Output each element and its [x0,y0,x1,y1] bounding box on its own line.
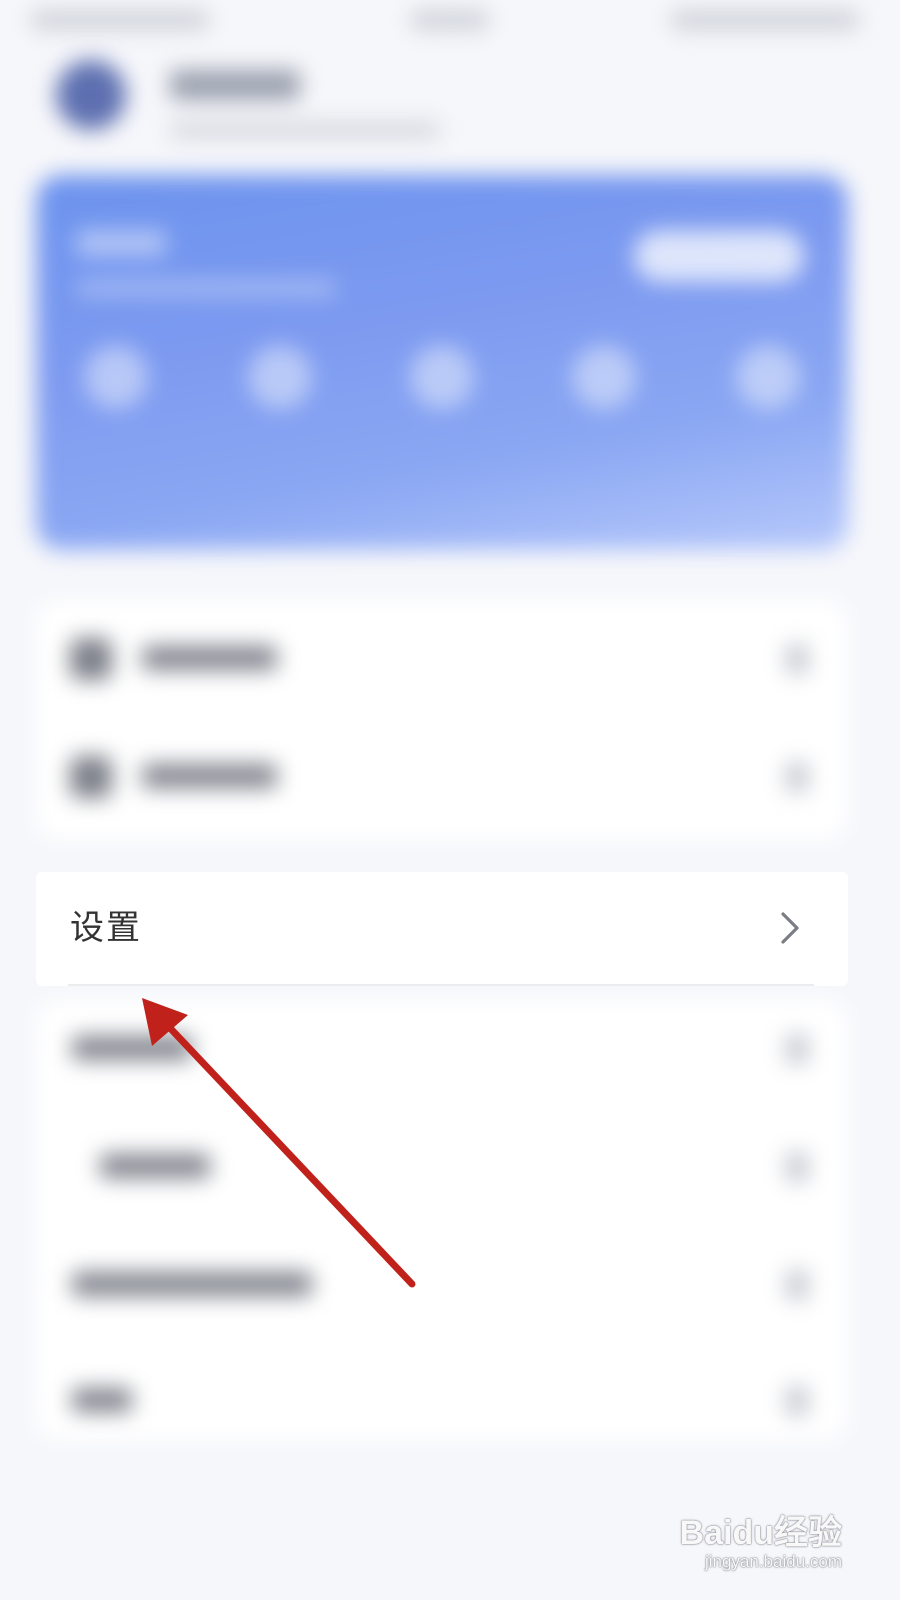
profile-subtitle [170,122,440,138]
list-item[interactable] [36,1220,848,1330]
status-center [410,10,490,30]
list-item-label [142,646,277,670]
profile-name [170,70,300,100]
list-item[interactable] [36,1330,848,1440]
banner-feature-icon[interactable] [248,345,312,409]
chevron-right-icon [786,1386,808,1416]
banner-feature-icon[interactable] [736,345,800,409]
banner-feature-icon[interactable] [572,345,636,409]
profile-header[interactable] [40,40,540,140]
list-item[interactable] [36,1000,848,1110]
list-item[interactable] [36,1110,848,1220]
watermark-logo: Baidu经验 [679,1514,842,1552]
list-item-icon [70,638,112,680]
list-item[interactable] [36,600,848,720]
chevron-right-icon [786,1034,808,1064]
menu-group-bottom [36,1000,848,1440]
list-item-label [72,1272,312,1296]
chevron-right-icon [786,1152,808,1182]
status-icons [670,10,860,30]
list-item-label [142,764,277,788]
settings-label: 设置 [70,908,142,948]
banner-title [76,230,166,256]
banner-action-button[interactable] [634,230,804,282]
list-item-label [72,1388,132,1412]
watermark: Baidu经验 jingyan.baidu.com [672,1514,842,1572]
membership-banner[interactable] [36,175,848,550]
chevron-right-icon [786,644,808,674]
list-item[interactable] [36,720,848,840]
banner-feature-icon[interactable] [84,345,148,409]
list-item-label [100,1154,210,1178]
chevron-right-icon [786,1270,808,1300]
chevron-right-icon [786,762,808,792]
banner-subtitle [76,280,336,296]
list-item-icon [70,756,112,798]
chevron-right-icon [781,912,799,944]
watermark-url: jingyan.baidu.com [704,1552,842,1571]
list-item-label [72,1036,192,1060]
divider [68,984,814,986]
avatar[interactable] [56,60,126,130]
menu-group-top [36,600,848,840]
banner-feature-icon[interactable] [410,345,474,409]
status-bar [0,0,900,40]
settings-row[interactable]: 设置 [36,872,848,986]
status-time [30,10,210,30]
